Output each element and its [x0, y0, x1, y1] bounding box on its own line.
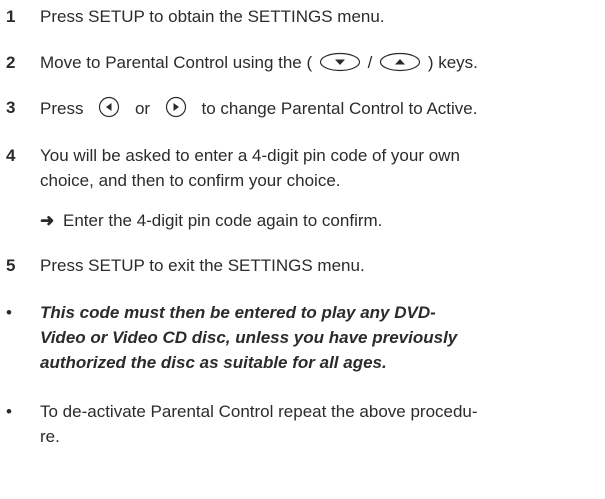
arrow-icon: ➜ — [40, 211, 55, 230]
step-number: 4 — [6, 146, 16, 165]
step-text-line-1: You will be asked to enter a 4-digit pin… — [40, 146, 460, 165]
step-text-after: ) keys. — [427, 53, 478, 72]
step-text: Press or to change Parental Control to A… — [40, 96, 477, 125]
step-text-line-2: choice, and then to confirm your choice. — [40, 171, 341, 190]
step-text: Press SETUP to obtain the SETTINGS menu. — [40, 7, 385, 26]
step-text: Press SETUP to exit the SETTINGS menu. — [40, 256, 365, 275]
key-separator: / — [367, 53, 373, 72]
manual-page: 1 Press SETUP to obtain the SETTINGS men… — [0, 0, 605, 499]
note-line-1: This code must then be entered to play a… — [40, 303, 436, 322]
step-number: 5 — [6, 256, 16, 275]
left-circle-key-icon — [98, 96, 120, 125]
note-line-3: authorized the disc as suitable for all … — [40, 353, 387, 372]
up-oval-key-icon — [379, 52, 421, 79]
tip-line-1: To de-activate Parental Control repeat t… — [40, 402, 478, 421]
step-text: Move to Parental Control using the ( / )… — [40, 51, 478, 79]
step-number: 1 — [6, 7, 16, 26]
step-text-before: Press — [40, 99, 84, 118]
tip-line-2: re. — [40, 427, 60, 446]
step-4-substep: ➜ Enter the 4-digit pin code again to co… — [40, 209, 382, 233]
right-circle-key-icon — [165, 96, 187, 125]
note-line-2: Video or Video CD disc, unless you have … — [40, 328, 458, 347]
step-text-after: to change Parental Control to Active. — [201, 99, 478, 118]
step-text-or: or — [134, 99, 151, 118]
step-number: 3 — [6, 98, 16, 117]
down-oval-key-icon — [319, 52, 361, 79]
step-text-before: Move to Parental Control using the ( — [40, 53, 313, 72]
bullet-marker: • — [6, 402, 12, 421]
step-number: 2 — [6, 53, 16, 72]
bullet-marker: • — [6, 303, 12, 322]
substep-text: Enter the 4-digit pin code again to conf… — [62, 211, 383, 230]
